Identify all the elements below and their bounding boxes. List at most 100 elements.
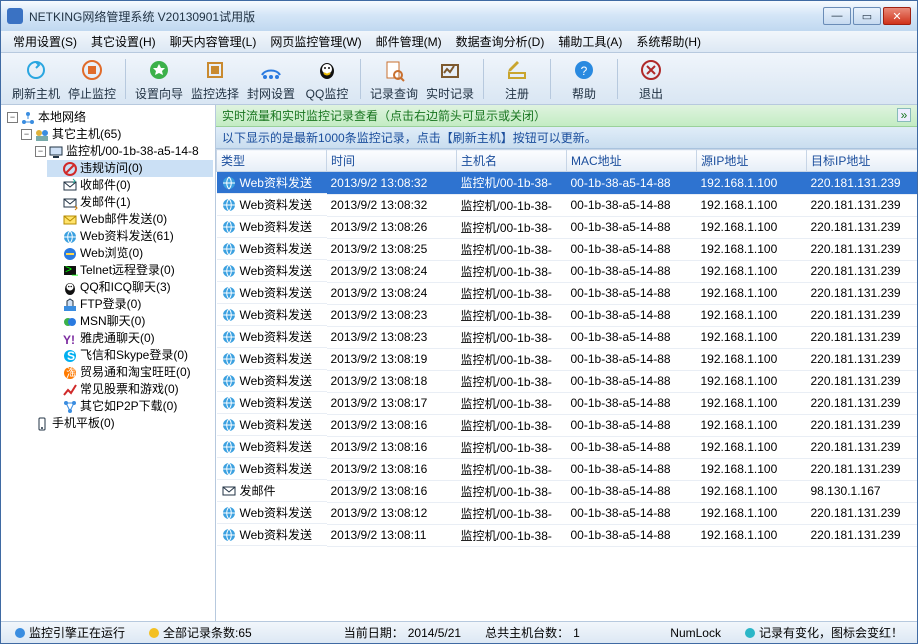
tree-item-p2p[interactable]: 其它如P2P下载(0) — [47, 398, 213, 415]
menu-item-6[interactable]: 辅助工具(A) — [552, 31, 628, 52]
col-header-5[interactable]: 目标IP地址 — [807, 150, 918, 172]
menu-item-4[interactable]: 邮件管理(M) — [370, 31, 448, 52]
tree-item-webmail[interactable]: Web邮件发送(0) — [47, 211, 213, 228]
table-row[interactable]: Web资料发送2013/9/2 13:08:32监控机/00-1b-38-00-… — [217, 194, 918, 216]
col-header-0[interactable]: 类型 — [217, 150, 327, 172]
cell-mac: 00-1b-38-a5-14-88 — [567, 216, 697, 238]
toolbar-separator — [550, 59, 551, 99]
titlebar[interactable]: NETKING网络管理系统 V20130901试用版 — [1, 1, 917, 31]
table-row[interactable]: Web资料发送2013/9/2 13:08:11监控机/00-1b-38-00-… — [217, 524, 918, 546]
table-row[interactable]: Web资料发送2013/9/2 13:08:17监控机/00-1b-38-00-… — [217, 392, 918, 414]
subbar-text: 以下显示的是最新1000条监控记录，点击【刷新主机】按钮可以更新。 — [222, 129, 597, 146]
cell-time: 2013/9/2 13:08:16 — [327, 436, 457, 458]
col-header-1[interactable]: 时间 — [327, 150, 457, 172]
table-row[interactable]: Web资料发送2013/9/2 13:08:23监控机/00-1b-38-00-… — [217, 304, 918, 326]
cell-host: 监控机/00-1b-38- — [457, 216, 567, 238]
cell-time: 2013/9/2 13:08:23 — [327, 304, 457, 326]
toolbar-refresh[interactable]: 刷新主机 — [9, 55, 63, 103]
tree-item-ie[interactable]: Web浏览(0) — [47, 245, 213, 262]
cell-src: 192.168.1.100 — [697, 348, 807, 370]
table-row[interactable]: Web资料发送2013/9/2 13:08:19监控机/00-1b-38-00-… — [217, 348, 918, 370]
tree-item-ftp[interactable]: FTP登录(0) — [47, 296, 213, 313]
table-row[interactable]: 发邮件2013/9/2 13:08:16监控机/00-1b-38-00-1b-3… — [217, 480, 918, 502]
toolbar-select[interactable]: 监控选择 — [188, 55, 242, 103]
toolbar-label: 实时记录 — [426, 85, 474, 102]
table-row[interactable]: Web资料发送2013/9/2 13:08:26监控机/00-1b-38-00-… — [217, 216, 918, 238]
tree-item-mailin[interactable]: 收邮件(0) — [47, 177, 213, 194]
collapse-icon[interactable]: − — [7, 112, 18, 123]
table-row[interactable]: Web资料发送2013/9/2 13:08:18监控机/00-1b-38-00-… — [217, 370, 918, 392]
toolbar-exit[interactable]: 退出 — [624, 55, 678, 103]
toolbar-wizard[interactable]: 设置向导 — [132, 55, 186, 103]
collapse-icon[interactable]: − — [35, 146, 46, 157]
hostcount-label: 总共主机台数： — [485, 624, 569, 641]
register-icon — [503, 56, 531, 84]
cell-src: 192.168.1.100 — [697, 458, 807, 480]
toolbar-logquery[interactable]: 记录查询 — [367, 55, 421, 103]
web-icon — [221, 263, 237, 279]
web-icon — [221, 285, 237, 301]
menu-item-2[interactable]: 聊天内容管理(L) — [164, 31, 263, 52]
menu-item-5[interactable]: 数据查询分析(D) — [450, 31, 551, 52]
menu-item-1[interactable]: 其它设置(H) — [85, 31, 162, 52]
tree-item-deny[interactable]: 违规访问(0) — [47, 160, 213, 177]
col-header-4[interactable]: 源IP地址 — [697, 150, 807, 172]
cell-host: 监控机/00-1b-38- — [457, 392, 567, 414]
table-row[interactable]: Web资料发送2013/9/2 13:08:32监控机/00-1b-38-00-… — [217, 172, 918, 195]
group-icon — [34, 127, 50, 143]
table-row[interactable]: Web资料发送2013/9/2 13:08:24监控机/00-1b-38-00-… — [217, 260, 918, 282]
tree-monitor-host[interactable]: −监控机/00-1b-38-a5-14-8 — [33, 143, 213, 160]
tree-item-telnet[interactable]: >_Telnet远程登录(0) — [47, 262, 213, 279]
menu-item-7[interactable]: 系统帮助(H) — [630, 31, 707, 52]
table-row[interactable]: Web资料发送2013/9/2 13:08:16监控机/00-1b-38-00-… — [217, 436, 918, 458]
maximize-button[interactable] — [853, 7, 881, 25]
cell-host: 监控机/00-1b-38- — [457, 480, 567, 502]
tree-item-yahoo[interactable]: Y!雅虎通聊天(0) — [47, 330, 213, 347]
tree-item-stock[interactable]: 常见股票和游戏(0) — [47, 381, 213, 398]
banner-toggle-icon[interactable]: » — [897, 108, 911, 122]
cell-dst: 220.181.131.239 — [807, 436, 918, 458]
tree-item-msn[interactable]: MSN聊天(0) — [47, 313, 213, 330]
toolbar-realtime[interactable]: 实时记录 — [423, 55, 477, 103]
menu-item-0[interactable]: 常用设置(S) — [7, 31, 83, 52]
tree-item-qq[interactable]: QQ和ICQ聊天(3) — [47, 279, 213, 296]
table-row[interactable]: Web资料发送2013/9/2 13:08:12监控机/00-1b-38-00-… — [217, 502, 918, 524]
tree-item-websend[interactable]: Web资料发送(61) — [47, 228, 213, 245]
cell-time: 2013/9/2 13:08:19 — [327, 348, 457, 370]
toolbar-help[interactable]: ?帮助 — [557, 55, 611, 103]
toolbar-qq[interactable]: QQ监控 — [300, 55, 354, 103]
col-header-2[interactable]: 主机名 — [457, 150, 567, 172]
realtime-banner[interactable]: 实时流量和实时监控记录查看（点击右边箭头可显示或关闭） » — [216, 105, 917, 127]
tree-pane[interactable]: −本地网络−其它主机(65)−监控机/00-1b-38-a5-14-8违规访问(… — [1, 105, 216, 621]
records-table: 类型时间主机名MAC地址源IP地址目标IP地址标题 Web资料发送2013/9/… — [216, 149, 917, 547]
minimize-button[interactable] — [823, 7, 851, 25]
main-split: −本地网络−其它主机(65)−监控机/00-1b-38-a5-14-8违规访问(… — [1, 105, 917, 621]
col-header-3[interactable]: MAC地址 — [567, 150, 697, 172]
tree-root[interactable]: −本地网络 — [5, 109, 213, 126]
table-row[interactable]: Web资料发送2013/9/2 13:08:23监控机/00-1b-38-00-… — [217, 326, 918, 348]
tree-hostgroup[interactable]: −其它主机(65) — [19, 126, 213, 143]
records-grid[interactable]: 类型时间主机名MAC地址源IP地址目标IP地址标题 Web资料发送2013/9/… — [216, 149, 917, 621]
web-icon — [221, 307, 237, 323]
logquery-icon — [380, 56, 408, 84]
tree-item-taobao[interactable]: 淘贸易通和淘宝旺旺(0) — [47, 364, 213, 381]
table-row[interactable]: Web资料发送2013/9/2 13:08:24监控机/00-1b-38-00-… — [217, 282, 918, 304]
collapse-icon[interactable]: − — [21, 129, 32, 140]
table-row[interactable]: Web资料发送2013/9/2 13:08:16监控机/00-1b-38-00-… — [217, 458, 918, 480]
close-button[interactable] — [883, 7, 911, 25]
toolbar-separator — [483, 59, 484, 99]
table-row[interactable]: Web资料发送2013/9/2 13:08:25监控机/00-1b-38-00-… — [217, 238, 918, 260]
tree-item-mailout[interactable]: 发邮件(1) — [47, 194, 213, 211]
toolbar-stop[interactable]: 停止监控 — [65, 55, 119, 103]
cell-host: 监控机/00-1b-38- — [457, 326, 567, 348]
web-icon — [221, 373, 237, 389]
tree-item-skype[interactable]: S飞信和Skype登录(0) — [47, 347, 213, 364]
menu-item-3[interactable]: 网页监控管理(W) — [264, 31, 367, 52]
tree-mobile[interactable]: 手机平板(0) — [19, 415, 213, 432]
toolbar-register[interactable]: 注册 — [490, 55, 544, 103]
toolbar-blocknet[interactable]: 封网设置 — [244, 55, 298, 103]
app-icon — [7, 8, 23, 24]
table-row[interactable]: Web资料发送2013/9/2 13:08:16监控机/00-1b-38-00-… — [217, 414, 918, 436]
svg-text:S: S — [67, 349, 75, 363]
cell-mac: 00-1b-38-a5-14-88 — [567, 238, 697, 260]
